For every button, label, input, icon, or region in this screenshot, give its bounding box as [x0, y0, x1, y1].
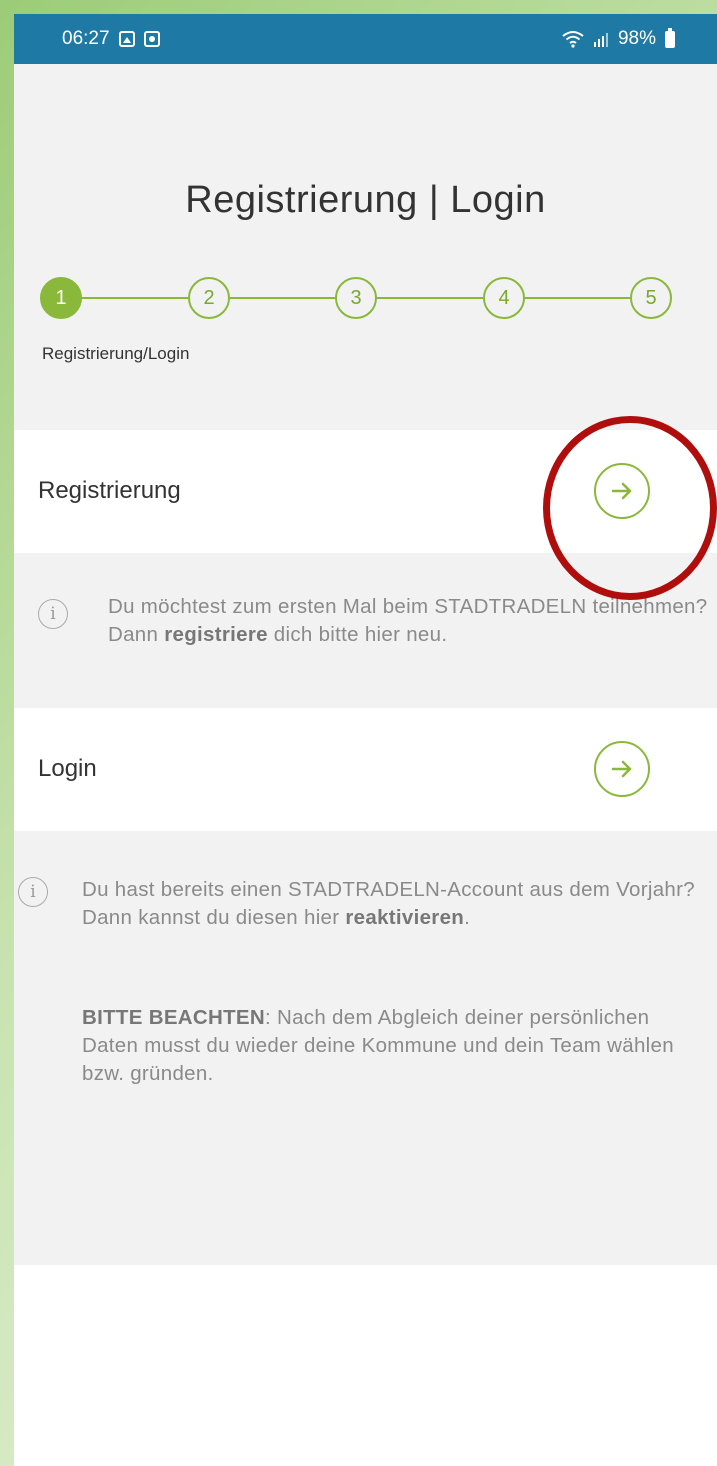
notice-bold: BITTE BEACHTEN — [82, 1006, 266, 1029]
registration-info-text: Du möchtest zum ersten Mal beim STADTRAD… — [108, 593, 717, 649]
active-step-label: Registrierung/Login — [42, 344, 190, 363]
gallery-icon — [118, 31, 135, 47]
login-info-post: . — [464, 906, 471, 929]
battery-percent: 98% — [617, 28, 656, 49]
highlight-circle — [543, 416, 717, 600]
login-notice-text: BITTE BEACHTEN: Nach dem Abgleich deiner… — [82, 1004, 702, 1088]
wifi-icon — [562, 31, 584, 48]
step-5: 5 — [630, 277, 672, 319]
step-2: 2 — [188, 277, 230, 319]
status-time: 06:27 — [62, 28, 110, 49]
battery-icon — [665, 27, 675, 48]
step-1: 1 — [40, 277, 82, 319]
login-info-bold: reaktivieren — [345, 906, 465, 929]
arrow-right-icon — [611, 760, 632, 778]
info-icon: i — [38, 599, 68, 629]
record-icon — [143, 31, 160, 47]
login-label: Login — [38, 755, 97, 782]
phone-screen: 06:27 98% Registrierung | Login 1 2 3 4 … — [14, 14, 717, 1466]
bottom-area — [14, 1265, 717, 1466]
progress-stepper: 1 2 3 4 5 — [40, 277, 688, 319]
registration-label: Registrierung — [38, 477, 181, 504]
login-info-text: Du hast bereits einen STADTRADELN-Accoun… — [82, 876, 716, 932]
registration-info-post: dich bitte hier neu. — [267, 623, 448, 646]
signal-icon — [593, 33, 608, 47]
step-4: 4 — [483, 277, 525, 319]
registration-info-bold: registriere — [164, 623, 268, 646]
step-3: 3 — [335, 277, 377, 319]
login-row[interactable]: Login — [14, 708, 717, 831]
status-bar: 06:27 98% — [14, 14, 717, 64]
info-icon: i — [18, 877, 48, 907]
page-title: Registrierung | Login — [185, 179, 546, 221]
login-arrow-button[interactable] — [594, 741, 650, 797]
